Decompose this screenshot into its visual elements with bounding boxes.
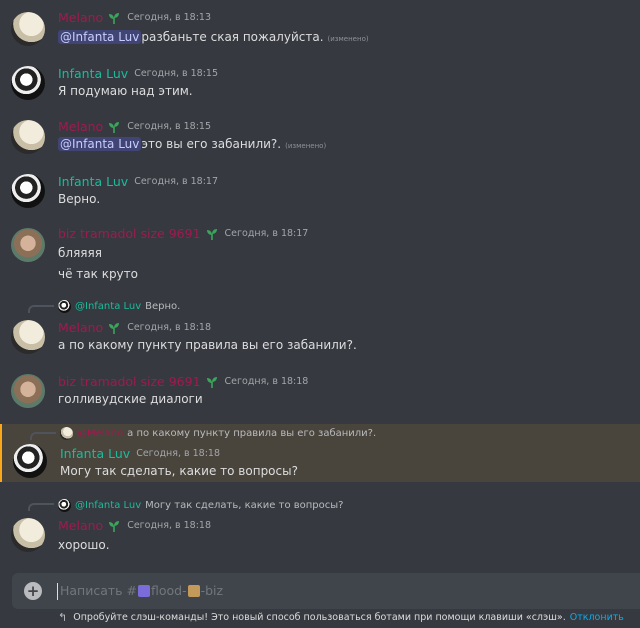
timestamp: Сегодня, в 18:13 (127, 12, 211, 23)
message: @Infanta Luv Верно. Melano Сегодня, в 18… (0, 298, 640, 362)
reply-avatar (58, 499, 71, 512)
sprout-icon (109, 121, 120, 133)
username[interactable]: Infanta Luv (60, 446, 130, 461)
message-text: хорошо. (58, 538, 110, 552)
reply-username[interactable]: @Infanta Luv (75, 301, 141, 312)
message-text: Я подумаю над этим. (58, 84, 193, 98)
message-header: Infanta Luv Сегодня, в 18:17 (58, 174, 218, 189)
reply-text: а по какому пункту правила вы его забани… (127, 428, 377, 439)
message: @Infanta Luv Могу так сделать, какие то … (0, 496, 640, 560)
username[interactable]: Melano (58, 119, 103, 134)
placeholder-suffix: -biz (200, 583, 224, 598)
message-text: это вы его забанили?. (141, 137, 282, 151)
message-text: Могу так сделать, какие то вопросы? (60, 464, 298, 478)
message-header: Melano Сегодня, в 18:13 (58, 10, 211, 25)
sprout-icon (206, 228, 217, 240)
timestamp: Сегодня, в 18:15 (127, 121, 211, 132)
reply-spine (30, 432, 56, 440)
reply-text: Верно. (145, 301, 181, 312)
message-header: Melano Сегодня, в 18:15 (58, 119, 211, 134)
username[interactable]: Infanta Luv (58, 174, 128, 189)
sprout-icon (206, 376, 217, 388)
message-text: голливудские диалоги (58, 392, 203, 406)
username[interactable]: biz tramadol size 9691 (58, 226, 201, 241)
timestamp: Сегодня, в 18:18 (127, 322, 211, 333)
channel-emoji-icon (187, 584, 200, 597)
avatar[interactable] (11, 12, 45, 46)
avatar[interactable] (11, 320, 45, 354)
timestamp: Сегодня, в 18:17 (224, 228, 309, 239)
text-caret (57, 583, 58, 600)
reply-spine (28, 305, 54, 313)
avatar[interactable] (11, 228, 45, 262)
reply-preview[interactable]: @Melano а по какому пункту правила вы ег… (60, 427, 376, 440)
message-header: Melano Сегодня, в 18:18 (58, 518, 211, 533)
user-mention[interactable]: @Infanta Luv (58, 137, 142, 151)
message: Infanta Luv Сегодня, в 18:17 Верно. (0, 170, 640, 214)
timestamp: Сегодня, в 18:18 (136, 448, 221, 459)
message-content: @Infanta Luv это вы его забанили?. (измене… (58, 137, 326, 151)
slash-command-hint: ↰ Опробуйте слэш-команды! Это новый спос… (58, 611, 624, 624)
placeholder-prefix: Написать # (60, 583, 137, 598)
avatar[interactable] (11, 518, 45, 552)
message: Melano Сегодня, в 18:13 @Infanta Luv разб… (0, 8, 640, 52)
message-content: @Infanta Luv разбаньте ская пожалуйста. (и… (58, 30, 369, 44)
avatar[interactable] (11, 174, 45, 208)
timestamp: Сегодня, в 18:18 (224, 376, 309, 387)
message-highlighted: @Melano а по какому пункту правила вы ег… (0, 424, 640, 482)
username[interactable]: Infanta Luv (58, 66, 128, 81)
reply-avatar (60, 427, 73, 440)
username[interactable]: biz tramadol size 9691 (58, 374, 201, 389)
message-text: чё так круто (58, 267, 138, 281)
message-text: Верно. (58, 192, 101, 206)
message-composer[interactable]: + Написать # flood- -biz (12, 573, 640, 609)
placeholder-channel: flood- (150, 583, 187, 598)
avatar[interactable] (11, 120, 45, 154)
reply-spine (28, 503, 54, 511)
message: Melano Сегодня, в 18:15 @Infanta Luv это … (0, 116, 640, 160)
reply-avatar (58, 300, 71, 313)
username[interactable]: Melano (58, 518, 103, 533)
message-header: Infanta Luv Сегодня, в 18:15 (58, 66, 218, 81)
avatar[interactable] (11, 374, 45, 408)
message-header: biz tramadol size 9691 Сегодня, в 18:18 (58, 374, 308, 389)
message-text: бляяяя (58, 246, 102, 260)
timestamp: Сегодня, в 18:17 (134, 176, 219, 187)
avatar[interactable] (13, 444, 47, 478)
message-header: Infanta Luv Сегодня, в 18:18 (60, 446, 220, 461)
dismiss-link[interactable]: Отклонить (570, 612, 624, 623)
message-header: biz tramadol size 9691 Сегодня, в 18:17 (58, 226, 308, 241)
reply-text: Могу так сделать, какие то вопросы? (145, 500, 344, 511)
message-text: а по какому пункту правила вы его забани… (58, 338, 357, 352)
edited-label: (изменено) (285, 142, 327, 150)
username[interactable]: Melano (58, 10, 103, 25)
avatar[interactable] (11, 66, 45, 100)
edited-label: (изменено) (327, 35, 369, 43)
composer-placeholder[interactable]: Написать # flood- -biz (60, 583, 223, 598)
message-text: разбаньте ская пожалуйста. (141, 30, 324, 44)
plus-circle-icon[interactable]: + (24, 582, 42, 600)
message: Infanta Luv Сегодня, в 18:15 Я подумаю н… (0, 62, 640, 106)
reply-username[interactable]: @Infanta Luv (75, 500, 141, 511)
message: biz tramadol size 9691 Сегодня, в 18:17 … (0, 224, 640, 288)
hint-text: Опробуйте слэш-команды! Это новый способ… (73, 612, 566, 623)
sprout-icon (109, 520, 120, 532)
channel-emoji-icon (137, 584, 150, 597)
user-mention[interactable]: @Infanta Luv (58, 30, 142, 44)
message: biz tramadol size 9691 Сегодня, в 18:18 … (0, 372, 640, 416)
reply-preview[interactable]: @Infanta Luv Верно. (58, 300, 180, 313)
reply-username[interactable]: @Melano (77, 428, 123, 439)
corner-up-arrow-icon: ↰ (58, 611, 68, 624)
message-list: Melano Сегодня, в 18:13 @Infanta Luv разб… (0, 0, 640, 568)
sprout-icon (109, 322, 120, 334)
message-header: Melano Сегодня, в 18:18 (58, 320, 211, 335)
sprout-icon (109, 12, 120, 24)
reply-preview[interactable]: @Infanta Luv Могу так сделать, какие то … (58, 499, 343, 512)
timestamp: Сегодня, в 18:15 (134, 68, 219, 79)
timestamp: Сегодня, в 18:18 (127, 520, 211, 531)
username[interactable]: Melano (58, 320, 103, 335)
